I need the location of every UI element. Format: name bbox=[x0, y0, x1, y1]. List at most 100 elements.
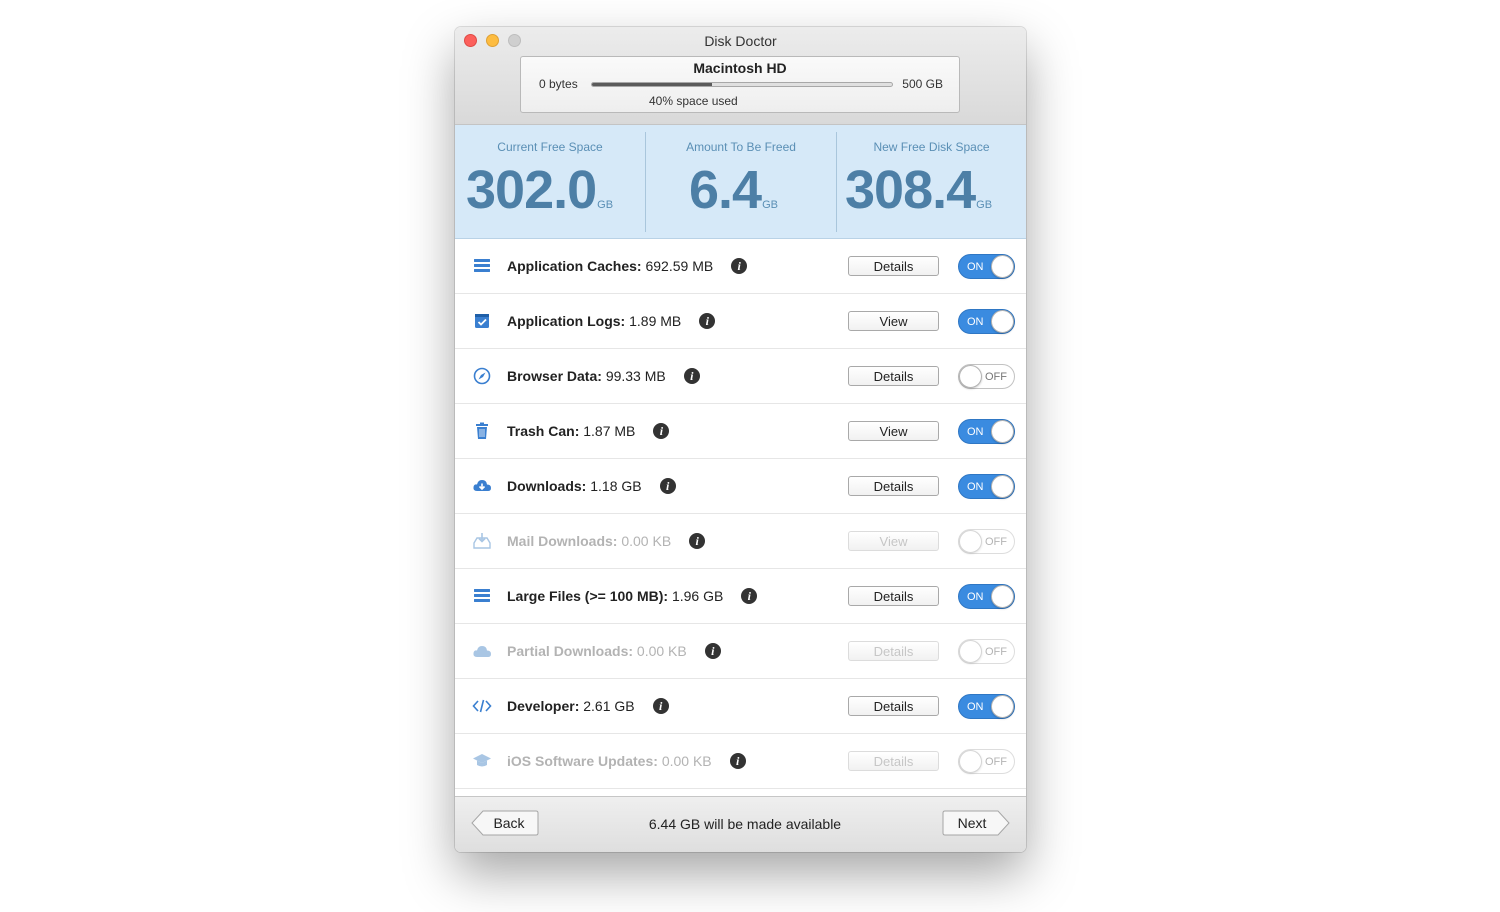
disk-doctor-window: Disk Doctor Macintosh HD 0 bytes 500 GB … bbox=[455, 27, 1026, 852]
compass-icon bbox=[472, 366, 492, 386]
cleanup-category-list: Application Caches: 692.59 MB i Details ON A… bbox=[455, 239, 1026, 789]
category-row: Large Files (>= 100 MB): 1.96 GB i Details… bbox=[455, 569, 1026, 624]
stat-value-wrap: 302.0GB bbox=[466, 159, 613, 221]
category-toggle[interactable]: OFF bbox=[958, 364, 1015, 389]
category-name: iOS Software Updates: bbox=[507, 753, 658, 769]
category-name: Mail Downloads: bbox=[507, 533, 618, 549]
toggle-knob bbox=[991, 585, 1014, 608]
category-name: Partial Downloads: bbox=[507, 643, 634, 659]
toggle-state-label: ON bbox=[967, 701, 984, 713]
stat-value: 6.4 bbox=[689, 160, 762, 220]
info-icon[interactable]: i bbox=[652, 697, 669, 714]
category-name: Large Files (>= 100 MB): bbox=[507, 588, 669, 604]
category-details-button[interactable]: Details bbox=[848, 366, 939, 386]
info-icon[interactable]: i bbox=[704, 642, 721, 659]
category-view-button[interactable]: View bbox=[848, 531, 939, 551]
category-row: Developer: 2.61 GB i Details ON bbox=[455, 679, 1026, 734]
category-view-button[interactable]: View bbox=[848, 421, 939, 441]
disk-usage-panel: Macintosh HD 0 bytes 500 GB 40% space us… bbox=[520, 56, 960, 113]
toggle-state-label: OFF bbox=[985, 371, 1007, 383]
stat-value-wrap: 6.4GB bbox=[689, 159, 778, 221]
cloud-icon bbox=[472, 641, 492, 661]
disk-usage-bar-fill bbox=[592, 83, 712, 86]
category-label: Trash Can: 1.87 MB i bbox=[507, 422, 670, 439]
next-button[interactable]: Next bbox=[942, 810, 1010, 836]
category-size: 1.87 MB bbox=[583, 423, 636, 439]
category-label: Application Logs: 1.89 MB i bbox=[507, 312, 716, 329]
stat-label: Current Free Space bbox=[497, 140, 603, 154]
category-details-button[interactable]: Details bbox=[848, 256, 939, 276]
category-details-button[interactable]: Details bbox=[848, 696, 939, 716]
category-details-button[interactable]: Details bbox=[848, 476, 939, 496]
category-view-button[interactable]: View bbox=[848, 311, 939, 331]
toggle-state-label: ON bbox=[967, 591, 984, 603]
category-size: 1.96 GB bbox=[671, 588, 724, 604]
category-label: Application Caches: 692.59 MB i bbox=[507, 257, 748, 274]
category-toggle[interactable]: ON bbox=[958, 584, 1015, 609]
category-name: Application Caches: bbox=[507, 258, 642, 274]
category-label: Mail Downloads: 0.00 KB i bbox=[507, 532, 706, 549]
stat-amount-freed: Amount To Be Freed 6.4GB bbox=[646, 125, 836, 238]
category-details-button[interactable]: Details bbox=[848, 586, 939, 606]
space-summary: Current Free Space 302.0GB Amount To Be … bbox=[455, 125, 1026, 239]
category-row: Application Logs: 1.89 MB i View ON bbox=[455, 294, 1026, 349]
info-icon[interactable]: i bbox=[741, 587, 758, 604]
category-row: Trash Can: 1.87 MB i View ON bbox=[455, 404, 1026, 459]
info-icon[interactable]: i bbox=[683, 367, 700, 384]
disk-min-label: 0 bytes bbox=[539, 77, 578, 91]
category-size: 0.00 KB bbox=[636, 643, 687, 659]
stack-icon bbox=[472, 256, 492, 276]
info-icon[interactable]: i bbox=[689, 532, 706, 549]
info-icon[interactable]: i bbox=[699, 312, 716, 329]
stat-label: Amount To Be Freed bbox=[686, 140, 796, 154]
category-label: Large Files (>= 100 MB): 1.96 GB i bbox=[507, 587, 758, 604]
category-size: 99.33 MB bbox=[605, 368, 666, 384]
category-label: Downloads: 1.18 GB i bbox=[507, 477, 676, 494]
category-toggle[interactable]: ON bbox=[958, 254, 1015, 279]
category-toggle[interactable]: ON bbox=[958, 419, 1015, 444]
window-title: Disk Doctor bbox=[704, 33, 777, 49]
category-name: Developer: bbox=[507, 698, 580, 714]
info-icon[interactable]: i bbox=[731, 257, 748, 274]
category-label: iOS Software Updates: 0.00 KB i bbox=[507, 752, 746, 769]
category-row: Browser Data: 99.33 MB i Details OFF bbox=[455, 349, 1026, 404]
info-icon[interactable]: i bbox=[659, 477, 676, 494]
calendar-check-icon bbox=[472, 311, 492, 331]
category-label: Browser Data: 99.33 MB i bbox=[507, 367, 700, 384]
stack-icon bbox=[472, 586, 492, 606]
category-toggle[interactable]: ON bbox=[958, 309, 1015, 334]
category-label: Partial Downloads: 0.00 KB i bbox=[507, 642, 721, 659]
category-toggle[interactable]: ON bbox=[958, 474, 1015, 499]
stat-unit: GB bbox=[597, 199, 614, 211]
stat-current-free: Current Free Space 302.0GB bbox=[455, 125, 645, 238]
info-icon[interactable]: i bbox=[653, 422, 670, 439]
category-details-button[interactable]: Details bbox=[848, 641, 939, 661]
category-toggle[interactable]: OFF bbox=[958, 529, 1015, 554]
disk-usage-bar bbox=[591, 82, 893, 87]
toggle-state-label: ON bbox=[967, 261, 984, 273]
toggle-state-label: ON bbox=[967, 316, 984, 328]
next-button-label: Next bbox=[957, 815, 987, 831]
toggle-knob bbox=[959, 530, 982, 553]
toggle-knob bbox=[991, 310, 1014, 333]
toggle-knob bbox=[991, 420, 1014, 443]
toggle-knob bbox=[991, 475, 1014, 498]
cloud-download-icon bbox=[472, 476, 492, 496]
category-name: Trash Can: bbox=[507, 423, 580, 439]
toggle-knob bbox=[991, 255, 1014, 278]
stat-value: 302.0 bbox=[466, 160, 597, 220]
category-size: 0.00 KB bbox=[621, 533, 672, 549]
category-details-button[interactable]: Details bbox=[848, 751, 939, 771]
category-size: 1.18 GB bbox=[590, 478, 642, 494]
info-icon[interactable]: i bbox=[729, 752, 746, 769]
category-size: 692.59 MB bbox=[645, 258, 714, 274]
category-size: 1.89 MB bbox=[629, 313, 682, 329]
code-icon bbox=[472, 696, 492, 716]
category-toggle[interactable]: ON bbox=[958, 694, 1015, 719]
title-bar: Disk Doctor Macintosh HD 0 bytes 500 GB … bbox=[455, 27, 1026, 125]
category-toggle[interactable]: OFF bbox=[958, 749, 1015, 774]
disk-name: Macintosh HD bbox=[693, 60, 787, 76]
toggle-state-label: ON bbox=[967, 426, 984, 438]
disk-max-label: 500 GB bbox=[902, 77, 943, 91]
category-toggle[interactable]: OFF bbox=[958, 639, 1015, 664]
